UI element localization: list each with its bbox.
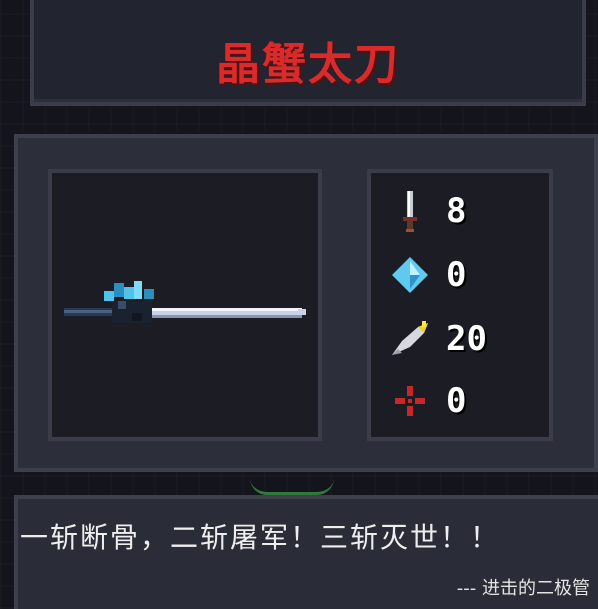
crystal-crab-katana-icon xyxy=(64,281,306,323)
stat-row-inaccuracy: 0 xyxy=(388,376,548,426)
title-panel: 晶蟹太刀 xyxy=(30,0,586,106)
critical-feather-icon xyxy=(388,317,432,361)
stat-value-damage: 8 xyxy=(446,191,467,231)
stat-row-energy: 0 xyxy=(388,250,548,300)
stat-row-critical: 20 xyxy=(388,314,548,364)
stat-value-energy: 0 xyxy=(446,255,467,295)
crosshair-icon xyxy=(388,379,432,423)
item-name: 晶蟹太刀 xyxy=(216,39,400,90)
stat-value-inaccuracy: 0 xyxy=(446,381,467,421)
energy-crystal-icon xyxy=(388,253,432,297)
sword-icon xyxy=(388,189,432,233)
weapon-preview-frame xyxy=(48,169,322,441)
stat-row-damage: 8 xyxy=(388,186,548,236)
decorative-arc xyxy=(250,478,334,495)
quote-text: 一斩断骨，二斩屠军！三斩灭世！！ xyxy=(20,521,501,554)
quote-author: --- 进击的二极管 xyxy=(456,578,590,599)
stat-value-critical: 20 xyxy=(446,319,487,359)
